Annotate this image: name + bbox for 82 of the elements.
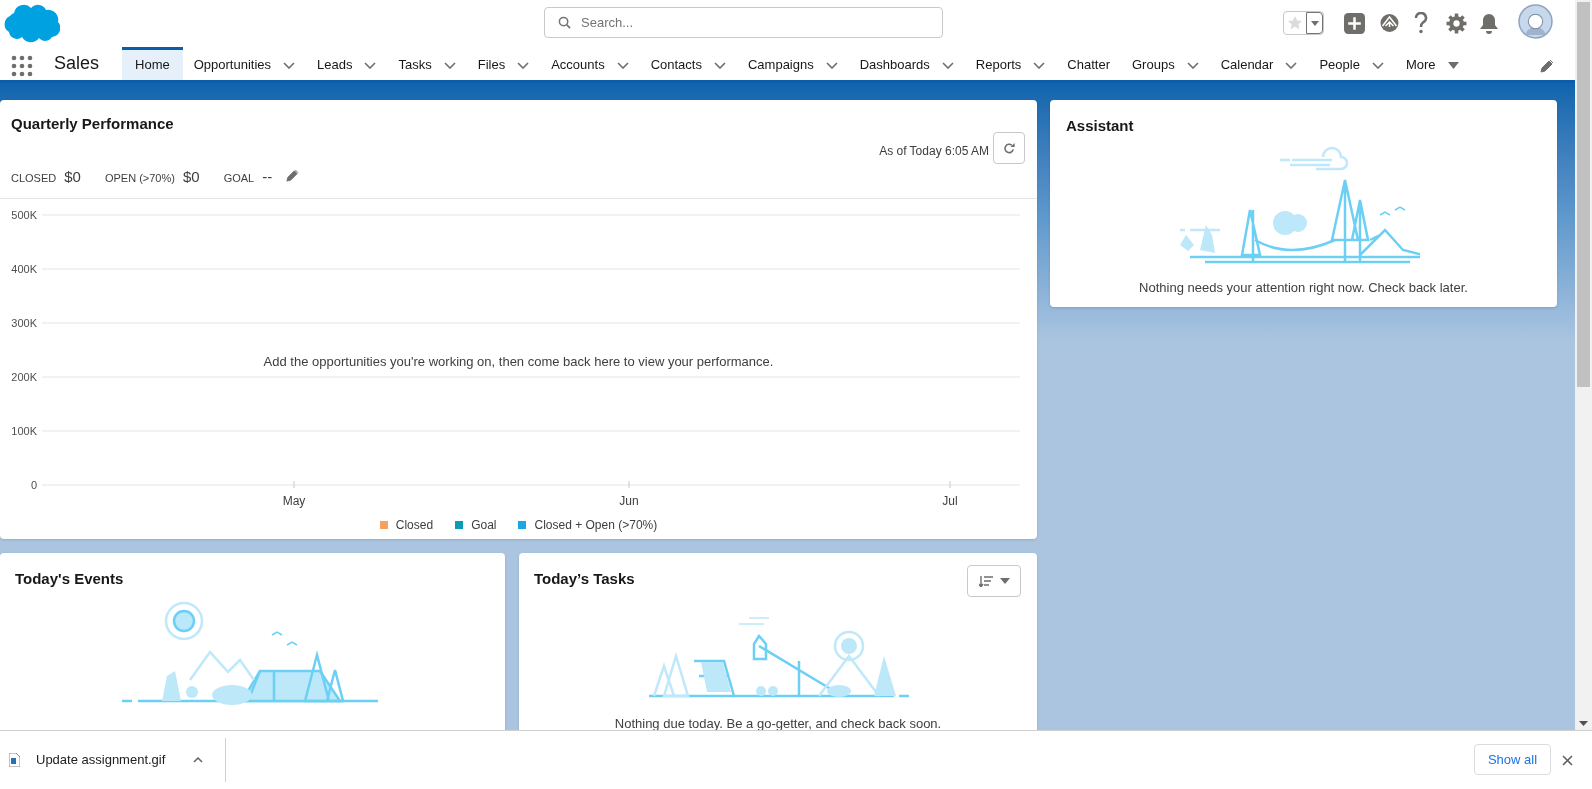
axis-label: 200K <box>11 371 37 383</box>
nav-tab[interactable]: Chatter <box>1056 47 1121 80</box>
card-title: Quarterly Performance <box>11 114 174 134</box>
axis-label: 300K <box>11 317 37 329</box>
favorites-button[interactable] <box>1283 11 1324 35</box>
chevron-down-icon[interactable] <box>825 61 838 69</box>
caret-icon <box>1310 20 1319 26</box>
chevron-down-icon[interactable] <box>283 61 296 69</box>
refresh-button[interactable] <box>993 132 1025 164</box>
metric-value: -- <box>262 167 273 187</box>
caret-icon <box>999 578 1010 584</box>
help-icon[interactable] <box>1414 12 1428 34</box>
settings-icon[interactable] <box>1446 13 1467 34</box>
notifications-icon[interactable] <box>1479 13 1499 34</box>
legend-label: Goal <box>471 517 497 534</box>
nav-tab[interactable]: Leads <box>306 47 388 80</box>
nav-tab[interactable]: People <box>1308 47 1395 80</box>
empty-chart-message: Add the opportunities you're working on, then come back here to view your performance. <box>262 353 775 371</box>
star-icon <box>1287 15 1303 31</box>
metric-value: $0 <box>182 167 200 187</box>
chevron-down-icon[interactable] <box>364 61 377 69</box>
axis-label: 400K <box>11 263 37 275</box>
app-name: Sales <box>54 52 100 75</box>
legend-label: Closed + Open (>70%) <box>534 517 658 534</box>
sort-menu-button[interactable] <box>967 565 1021 597</box>
metric-label: OPEN (>70%) <box>104 171 175 186</box>
chevron-down-icon[interactable] <box>1371 61 1384 69</box>
image-file-icon <box>9 753 20 767</box>
nav-tab[interactable]: Campaigns <box>736 47 849 80</box>
chevron-down-icon[interactable] <box>941 61 954 69</box>
axis-label: 100K <box>11 425 37 437</box>
metric-label: CLOSED <box>11 171 57 186</box>
trailhead-icon[interactable] <box>1379 13 1400 33</box>
axis-label: 500K <box>11 209 37 221</box>
axis-label: Jul <box>942 494 958 508</box>
card-title: Today's Events <box>15 569 124 589</box>
empty-state-message: Nothing due today. Be a go-getter, and check back soon. <box>613 715 943 730</box>
close-icon[interactable] <box>1562 755 1573 766</box>
nav-tab[interactable]: Reports <box>964 47 1057 80</box>
edit-icon[interactable] <box>286 169 300 182</box>
chevron-down-icon[interactable] <box>1186 61 1199 69</box>
download-filename[interactable]: Update assignment.gif <box>36 750 166 770</box>
chevron-down-icon[interactable] <box>517 61 530 69</box>
nav-tab[interactable]: Contacts <box>639 47 737 80</box>
axis-label: May <box>282 494 306 508</box>
card-title: Today’s Tasks <box>534 569 635 589</box>
app-launcher-icon[interactable] <box>11 55 33 77</box>
search-field[interactable]: Search... <box>544 7 943 38</box>
nav-tab[interactable]: More <box>1394 47 1470 80</box>
nav-tab[interactable]: Accounts <box>540 47 640 80</box>
chevron-down-icon[interactable] <box>1285 61 1298 69</box>
axis-label: Jun <box>619 494 639 508</box>
chevron-down-icon[interactable] <box>1033 61 1046 69</box>
refresh-icon <box>1002 141 1016 155</box>
chevron-down-icon[interactable] <box>616 61 629 69</box>
empty-state-message: Nothing needs your attention right now. Check back later. <box>1138 279 1469 297</box>
chevron-down-icon[interactable] <box>443 61 456 69</box>
scroll-down-icon[interactable] <box>1579 721 1588 726</box>
as-of-timestamp: As of Today 6:05 AM <box>879 143 989 160</box>
nav-tab[interactable]: Files <box>466 47 541 80</box>
metric-label: GOAL <box>223 171 255 186</box>
metric-value: $0 <box>64 167 81 187</box>
sort-icon <box>978 575 993 587</box>
chevron-down-icon[interactable] <box>713 61 726 69</box>
nav-tab[interactable]: Tasks <box>387 47 467 80</box>
cloud-logo[interactable] <box>2 3 60 43</box>
caret-icon[interactable] <box>1447 61 1459 69</box>
nav-tab[interactable]: Calendar <box>1209 47 1309 80</box>
scrollbar[interactable] <box>1575 0 1592 730</box>
chevron-up-icon[interactable] <box>193 757 204 763</box>
search-icon <box>558 16 571 29</box>
show-all-button[interactable]: Show all <box>1474 744 1551 775</box>
axis-label: 0 <box>30 479 37 491</box>
nav-tab[interactable]: Dashboards <box>848 47 965 80</box>
legend-label: Closed <box>395 517 434 534</box>
nav-tab[interactable]: Groups <box>1121 47 1210 80</box>
edit-icon[interactable] <box>1540 59 1554 73</box>
add-icon[interactable] <box>1344 13 1365 34</box>
nav-tab[interactable]: Home <box>122 47 183 80</box>
card-title: Assistant <box>1066 116 1134 136</box>
nav-tab[interactable]: Opportunities <box>182 47 307 80</box>
avatar-icon[interactable] <box>1518 4 1553 39</box>
